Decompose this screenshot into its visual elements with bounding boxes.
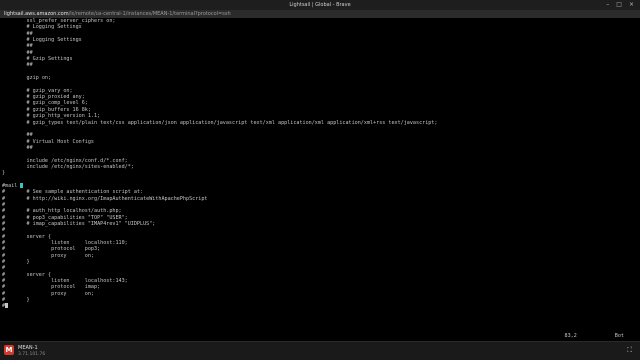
minimize-icon[interactable]: – [606,1,609,9]
close-icon[interactable]: × [629,1,634,9]
terminal-mail-line: #mail [2,182,21,189]
instance-bar: M MEAN-1 3.71.101.76 ⛶ [0,341,640,360]
window-controls: – □ × [606,1,634,9]
url-host: lightsail.aws.amazon.com [4,11,69,17]
terminal-lines-bottom: # # See sample authentication script at:… [2,189,208,304]
vim-status-line: 83,2 Bot [565,333,624,339]
cursor-position: 83,2 [564,333,577,339]
url-text[interactable]: lightsail.aws.amazon.com/ls/remote/us-ce… [4,11,231,17]
address-bar[interactable]: lightsail.aws.amazon.com/ls/remote/us-ce… [0,10,640,18]
text-cursor [20,182,24,188]
terminal-lines-top: ssl_prefer_server_ciphers on; # Logging … [2,18,438,177]
maximize-icon[interactable]: □ [616,1,622,9]
instance-ip: 3.71.101.76 [18,352,46,357]
scroll-indicator: Bot [614,333,624,339]
terminal-screen[interactable]: ssl_prefer_server_ciphers on; # Logging … [0,18,640,342]
prompt-cursor [5,303,9,309]
instance-name: MEAN-1 [18,345,38,351]
terminal-output: ssl_prefer_server_ciphers on; # Logging … [0,18,640,310]
window-title: Lightsail | Global - Brave [289,2,351,8]
fullscreen-icon[interactable]: ⛶ [627,346,632,355]
window-titlebar: Lightsail | Global - Brave – □ × [0,0,640,10]
url-path: /ls/remote/us-central-1/instances/MEAN-1… [68,11,231,17]
mean-logo-icon: M [4,345,14,355]
